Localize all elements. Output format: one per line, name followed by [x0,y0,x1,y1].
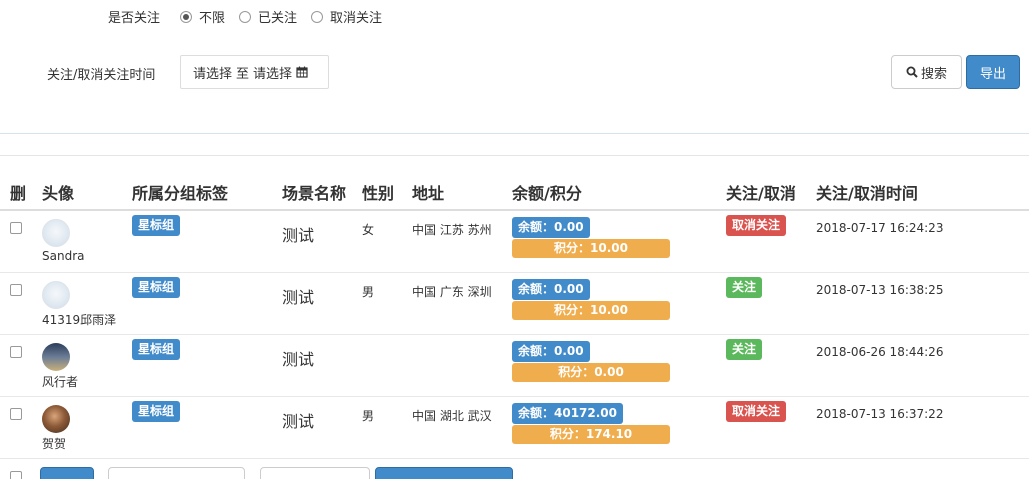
calendar-icon[interactable] [296,66,308,78]
group-tag: 星标组 [132,401,181,422]
address: 中国 湖北 武汉 [412,409,492,423]
address: 中国 江苏 苏州 [412,223,492,237]
bulk-action-button-4[interactable] [375,467,513,479]
balance-badge: 余额：40172.00 [512,403,624,424]
status-badge: 关注 [726,277,763,298]
date-end[interactable]: 请选择 [253,63,292,82]
group-tag: 星标组 [132,339,181,360]
gender: 女 [362,223,375,237]
search-icon [906,66,918,78]
table-top-border [0,155,1029,156]
follow-time: 2018-07-13 16:37:22 [816,407,944,421]
status-badge: 取消关注 [726,401,787,422]
scene-name: 测试 [282,226,315,245]
date-separator: 至 [236,66,250,82]
bulk-action-button-1[interactable] [40,467,94,479]
scene-name: 测试 [282,412,315,431]
radio-any-circle[interactable] [180,10,192,23]
date-start[interactable]: 请选择 [193,63,232,82]
scene-name: 测试 [282,288,315,307]
balance-badge: 余额：0.00 [512,279,590,300]
radio-unfollowed[interactable]: 取消关注 [311,7,382,26]
avatar [42,405,70,433]
gender: 男 [362,409,375,423]
address: 中国 广东 深圳 [412,285,492,299]
time-filter-label: 关注/取消关注时间 [47,68,156,83]
header-delete: 删 [10,184,27,203]
bulk-action-button-2[interactable] [108,467,245,479]
nickname: 风行者 [42,375,79,389]
row-divider [0,458,1029,459]
status-badge: 取消关注 [726,215,787,236]
avatar [42,343,70,371]
header-scene: 场景名称 [282,184,347,203]
header-address: 地址 [412,184,445,203]
balance-badge: 余额：0.00 [512,217,590,238]
group-tag: 星标组 [132,215,181,236]
points-badge: 积分：174.10 [512,425,670,444]
row-checkbox[interactable] [10,284,22,296]
search-button[interactable]: 搜索 [891,55,962,89]
radio-followed-label: 已关注 [258,11,298,26]
row-checkbox[interactable] [10,222,22,234]
follow-filter-label: 是否关注 [108,11,161,26]
follow-time: 2018-07-17 16:24:23 [816,221,944,235]
row-checkbox[interactable] [10,346,22,358]
header-group: 所属分组标签 [132,184,229,203]
header-divider [0,209,1029,211]
radio-unfollowed-label: 取消关注 [330,11,383,26]
follow-time: 2018-06-26 18:44:26 [816,345,944,359]
status-badge: 关注 [726,339,763,360]
select-all-checkbox[interactable] [10,471,22,479]
avatar [42,219,70,247]
nickname: 41319邱雨泽 [42,313,117,327]
header-time: 关注/取消时间 [816,184,918,203]
radio-followed[interactable]: 已关注 [239,7,297,26]
row-divider [0,396,1029,397]
points-badge: 积分：10.00 [512,239,670,258]
search-button-label: 搜索 [920,66,947,82]
header-follow: 关注/取消 [726,184,796,203]
nickname: Sandra [42,249,85,263]
header-balance: 余额/积分 [512,184,582,203]
balance-badge: 余额：0.00 [512,341,590,362]
group-tag: 星标组 [132,277,181,298]
follow-radio-group: 不限 已关注 取消关注 [180,7,396,26]
points-badge: 积分：0.00 [512,363,670,382]
points-badge: 积分：10.00 [512,301,670,320]
export-button[interactable]: 导出 [966,55,1020,89]
nickname: 贺贺 [42,437,67,451]
row-checkbox[interactable] [10,408,22,420]
section-divider [0,133,1029,134]
follow-time: 2018-07-13 16:38:25 [816,283,944,297]
avatar [42,281,70,309]
scene-name: 测试 [282,350,315,369]
date-range-picker[interactable]: 请选择 至 请选择 [180,55,329,89]
gender: 男 [362,285,375,299]
radio-any[interactable]: 不限 [180,7,225,26]
radio-unfollowed-circle[interactable] [311,10,324,23]
row-divider [0,334,1029,335]
header-avatar: 头像 [42,184,75,203]
header-gender: 性别 [362,184,395,203]
radio-any-label: 不限 [199,11,226,26]
bulk-action-button-3[interactable] [260,467,370,479]
row-divider [0,272,1029,273]
radio-followed-circle[interactable] [239,10,252,23]
